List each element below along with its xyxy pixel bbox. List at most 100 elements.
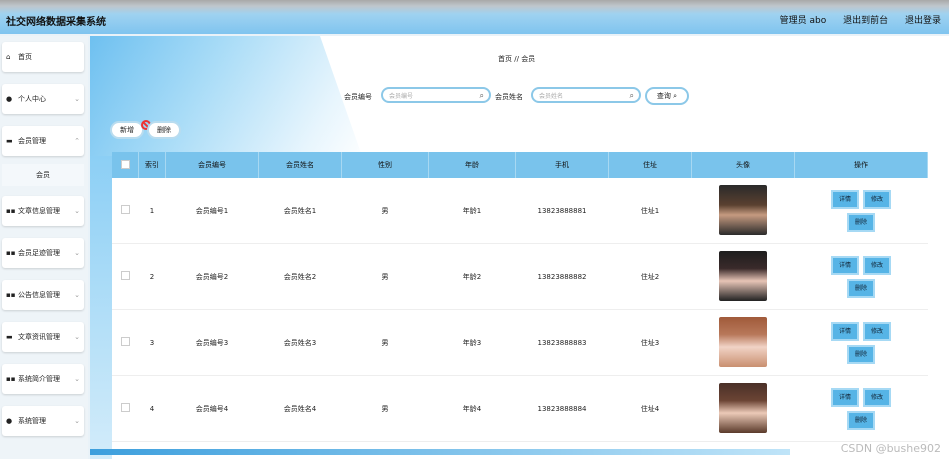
cell-actions: 详情 修改 删除 xyxy=(794,243,928,310)
cell-age: 年龄4 xyxy=(428,375,516,442)
member-no-input[interactable]: 会员编号 ⌕ xyxy=(381,87,491,103)
cell-gender: 男 xyxy=(341,178,429,244)
cell-phone: 13823888882 xyxy=(515,243,609,310)
detail-button[interactable]: 详情 xyxy=(830,189,859,209)
row-select-cell[interactable] xyxy=(112,178,139,244)
grid-icon: ▪▪ xyxy=(6,207,16,215)
admin-label: 管理员 abo xyxy=(779,16,827,26)
watermark: CSDN @bushe902 xyxy=(840,442,941,455)
row-checkbox[interactable] xyxy=(120,337,130,346)
column-header: 索引 xyxy=(138,152,166,178)
cell-age: 年龄1 xyxy=(428,178,516,244)
logout-link[interactable]: 退出登录 xyxy=(905,16,941,26)
main-content: 首页 // 会员 会员编号 会员编号 ⌕ 会员姓名 会员姓名 ⌕ 查询 ⌕ 新增… xyxy=(90,36,949,459)
cell-member-no: 会员编号2 xyxy=(165,243,259,310)
table-row: 3 会员编号3 会员姓名3 男 年龄3 13823888883 住址3 详情 修改… xyxy=(112,309,928,376)
sidebar-item-label: 系统管理 xyxy=(18,417,46,425)
member-name-placeholder: 会员姓名 xyxy=(539,92,564,100)
add-button[interactable]: 新增 xyxy=(110,121,144,139)
sidebar-item-home[interactable]: ⌂ 首页 xyxy=(2,42,84,72)
select-all-checkbox[interactable] xyxy=(120,159,130,169)
sidebar-item-label: 公告信息管理 xyxy=(18,291,60,299)
row-select-cell[interactable] xyxy=(112,375,139,442)
cell-member-name: 会员姓名4 xyxy=(258,375,342,442)
detail-button[interactable]: 详情 xyxy=(830,255,859,275)
column-header: 操作 xyxy=(794,152,928,178)
sidebar-item-members[interactable]: ▬ 会员管理 ⌃ xyxy=(2,126,84,156)
edit-button[interactable]: 修改 xyxy=(863,321,892,341)
exit-to-front-link[interactable]: 退出到前台 xyxy=(843,16,888,26)
sidebar-item-articles[interactable]: ▪▪ 文章信息管理 ⌄ xyxy=(2,196,84,226)
cell-member-name: 会员姓名2 xyxy=(258,243,342,310)
sidebar-subitem-member[interactable]: 会员 xyxy=(2,164,84,186)
query-button-label: 查询 xyxy=(656,92,671,100)
member-name-input[interactable]: 会员姓名 ⌕ xyxy=(531,87,641,103)
bottom-decoration xyxy=(90,449,790,455)
sidebar-item-label: 会员管理 xyxy=(18,137,46,145)
row-select-cell[interactable] xyxy=(112,309,139,376)
delete-button[interactable]: 删除 xyxy=(147,121,181,139)
edit-button[interactable]: 修改 xyxy=(863,255,892,275)
row-checkbox[interactable] xyxy=(120,403,130,412)
delete-row-button[interactable]: 删除 xyxy=(846,212,875,232)
cell-actions: 详情 修改 删除 xyxy=(794,309,928,376)
cell-index: 4 xyxy=(138,375,166,442)
cell-member-name: 会员姓名1 xyxy=(258,178,342,244)
cell-member-name: 会员姓名3 xyxy=(258,309,342,376)
table-row: 1 会员编号1 会员姓名1 男 年龄1 13823888881 住址1 详情 修改… xyxy=(112,178,928,244)
user-icon: ● xyxy=(6,95,13,103)
sidebar-item-profile[interactable]: ● 个人中心 ⌄ xyxy=(2,84,84,114)
cell-member-no: 会员编号3 xyxy=(165,309,259,376)
cell-gender: 男 xyxy=(341,309,429,376)
sidebar-item-label: 会员足迹管理 xyxy=(18,249,60,257)
member-no-label: 会员编号 xyxy=(344,93,372,101)
select-all-header[interactable] xyxy=(112,152,139,178)
search-icon: ⌕ xyxy=(673,91,678,100)
delete-row-button[interactable]: 删除 xyxy=(846,410,875,430)
avatar xyxy=(719,382,767,433)
delete-row-button[interactable]: 删除 xyxy=(846,278,875,298)
chevron-down-icon: ⌄ xyxy=(74,95,80,103)
cell-address: 住址3 xyxy=(608,309,692,376)
column-header: 会员编号 xyxy=(165,152,259,178)
edit-button[interactable]: 修改 xyxy=(863,189,892,209)
chevron-down-icon: ⌄ xyxy=(74,375,80,383)
row-checkbox[interactable] xyxy=(120,271,130,280)
chevron-up-icon: ⌃ xyxy=(74,137,80,145)
cell-phone: 13823888881 xyxy=(515,178,609,244)
detail-button[interactable]: 详情 xyxy=(830,321,859,341)
cell-phone: 13823888884 xyxy=(515,375,609,442)
sidebar-item-system[interactable]: ● 系统管理 ⌄ xyxy=(2,406,84,436)
table-row: 4 会员编号4 会员姓名4 男 年龄4 13823888884 住址4 详情 修改… xyxy=(112,375,928,442)
column-header: 会员姓名 xyxy=(258,152,342,178)
query-button[interactable]: 查询 ⌕ xyxy=(645,87,689,105)
cell-gender: 男 xyxy=(341,375,429,442)
table-header-row: 索引 会员编号 会员姓名 性别 年龄 手机 住址 头像 操作 xyxy=(112,152,928,178)
sidebar-item-news[interactable]: ▬ 文章资讯管理 ⌄ xyxy=(2,322,84,352)
cell-member-no: 会员编号4 xyxy=(165,375,259,442)
cell-phone: 13823888883 xyxy=(515,309,609,376)
cell-address: 住址1 xyxy=(608,178,692,244)
row-checkbox[interactable] xyxy=(120,205,130,214)
delete-row-button[interactable]: 删除 xyxy=(846,344,875,364)
breadcrumb-home[interactable]: 首页 xyxy=(498,55,512,63)
cell-avatar xyxy=(691,243,795,310)
breadcrumb: 首页 // 会员 xyxy=(498,54,535,64)
detail-button[interactable]: 详情 xyxy=(830,387,859,407)
column-header: 手机 xyxy=(515,152,609,178)
breadcrumb-current: 会员 xyxy=(521,55,536,63)
sidebar-item-label: 首页 xyxy=(18,53,32,61)
header-actions: 管理员 abo 退出到前台 退出登录 xyxy=(766,13,941,26)
edit-button[interactable]: 修改 xyxy=(863,387,892,407)
cell-actions: 详情 修改 删除 xyxy=(794,375,928,442)
row-select-cell[interactable] xyxy=(112,243,139,310)
sidebar-item-notices[interactable]: ▪▪ 公告信息管理 ⌄ xyxy=(2,280,84,310)
column-header: 住址 xyxy=(608,152,692,178)
table-row: 2 会员编号2 会员姓名2 男 年龄2 13823888882 住址2 详情 修改… xyxy=(112,243,928,310)
sidebar-item-intro[interactable]: ▪▪ 系统简介管理 ⌄ xyxy=(2,364,84,394)
cell-address: 住址4 xyxy=(608,375,692,442)
sidebar-item-label: 文章资讯管理 xyxy=(18,333,60,341)
sidebar-item-footprints[interactable]: ▪▪ 会员足迹管理 ⌄ xyxy=(2,238,84,268)
monitor-icon: ▬ xyxy=(6,137,13,145)
column-header: 头像 xyxy=(691,152,795,178)
